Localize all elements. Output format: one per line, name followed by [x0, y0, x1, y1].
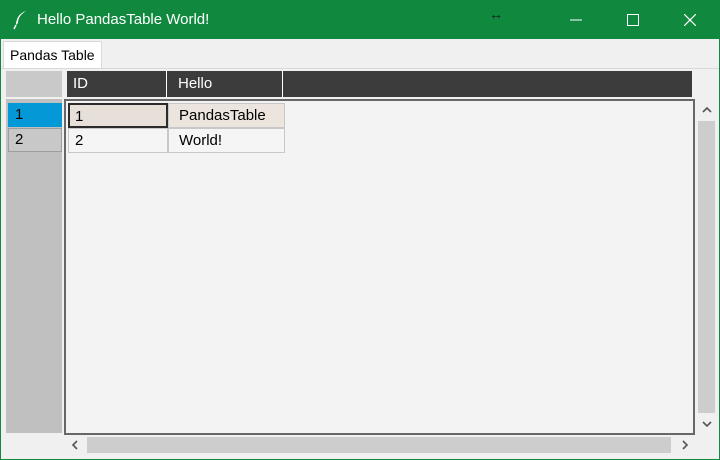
close-button[interactable]: [667, 1, 713, 39]
cell-id-row-1[interactable]: 1: [68, 103, 168, 128]
row-index-2[interactable]: 2: [8, 128, 62, 152]
vertical-scrollbar[interactable]: [696, 99, 718, 435]
cell-hello-row-2[interactable]: World!: [168, 128, 285, 153]
vertical-scroll-thumb[interactable]: [698, 121, 715, 413]
chevron-down-icon[interactable]: [700, 417, 714, 431]
minimize-button[interactable]: [553, 1, 599, 39]
window-title: Hello PandasTable World!: [37, 11, 210, 28]
row-index-1[interactable]: 1: [8, 103, 62, 127]
cell-id-row-2[interactable]: 2: [68, 128, 168, 153]
maximize-icon: [627, 14, 639, 26]
table-grid[interactable]: 1 PandasTable 2 World!: [64, 99, 695, 435]
minimize-icon: [570, 19, 582, 21]
chevron-left-icon[interactable]: [68, 438, 82, 452]
table-corner-header[interactable]: [6, 71, 62, 97]
column-header: ID Hello: [67, 71, 692, 97]
column-header-id[interactable]: ID: [67, 71, 167, 97]
horizontal-resize-cursor-icon: ↔: [489, 6, 503, 22]
horizontal-scroll-thumb[interactable]: [87, 437, 671, 453]
cell-hello-row-1[interactable]: PandasTable: [168, 103, 285, 128]
tab-divider: [1, 68, 719, 69]
app-window: Hello PandasTable World! ↔ Pandas Table …: [0, 0, 720, 460]
close-icon: [684, 14, 696, 26]
row-header: 1 2: [6, 99, 62, 433]
horizontal-scrollbar[interactable]: [64, 436, 695, 454]
chevron-right-icon[interactable]: [678, 438, 692, 452]
column-header-hello[interactable]: Hello: [168, 71, 283, 97]
feather-icon: [13, 10, 29, 30]
maximize-button[interactable]: [610, 1, 656, 39]
title-bar[interactable]: Hello PandasTable World! ↔: [1, 1, 719, 39]
tab-pandas-table[interactable]: Pandas Table: [3, 41, 102, 68]
chevron-up-icon[interactable]: [700, 103, 714, 117]
tab-strip: Pandas Table: [1, 39, 719, 69]
